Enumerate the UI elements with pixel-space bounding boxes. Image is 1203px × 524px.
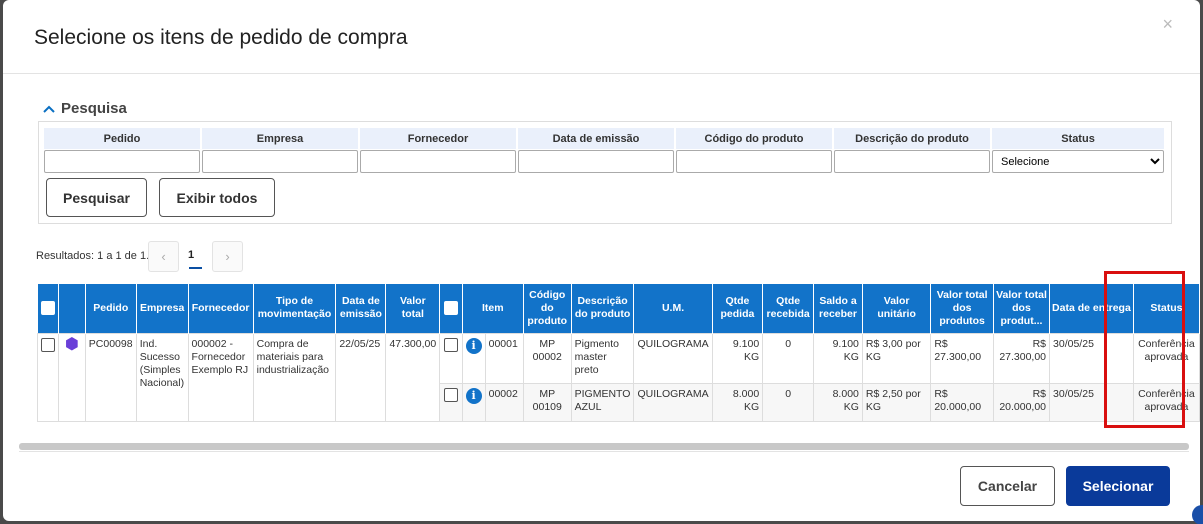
header-item[interactable]: Item: [462, 284, 524, 333]
item-number: 00002: [484, 382, 524, 422]
header-valor-total[interactable]: Valor total: [385, 284, 441, 333]
current-page-indicator: [189, 267, 202, 269]
header-codigo-produto[interactable]: Código do produto: [523, 284, 572, 333]
header-valor-total-produtos[interactable]: Valor total dos produtos: [930, 284, 994, 333]
order-valor-total: 47.300,00: [385, 332, 441, 422]
filter-label-empresa: Empresa: [202, 128, 358, 149]
search-section-title: Pesquisa: [61, 100, 127, 117]
item-valor-unitario: R$ 3,00 por KG: [861, 332, 932, 384]
header-data-emissao[interactable]: Data de emissão: [335, 284, 387, 333]
purchase-order-dialog: Selecione os itens de pedido de compra ×…: [3, 0, 1200, 521]
select-all-checkbox[interactable]: [37, 284, 59, 333]
item-codigo: MP 00109: [522, 382, 572, 422]
help-bubble[interactable]: [1192, 505, 1203, 524]
search-filters: Pedido Empresa Fornecedor Data de emissã…: [38, 121, 1172, 224]
item-valor-total-produt: R$ 20.000,00: [992, 382, 1051, 422]
header-fornecedor[interactable]: Fornecedor: [188, 284, 254, 333]
item-valor-total-produt: R$ 27.300,00: [992, 332, 1051, 384]
next-page-button[interactable]: ›: [212, 241, 243, 272]
item-um: QUILOGRAMA: [633, 332, 713, 384]
header-saldo-receber[interactable]: Saldo a receber: [813, 284, 863, 333]
order-data-emissao: 22/05/25: [335, 332, 387, 422]
horizontal-scrollbar[interactable]: [19, 443, 1189, 450]
order-status-icon: ⬢: [58, 332, 86, 422]
item-descricao: Pigmento master preto: [570, 332, 635, 384]
item-number: 00001: [484, 332, 524, 384]
header-valor-total-produt[interactable]: Valor total dos produt...: [993, 284, 1051, 333]
pedido-input[interactable]: [44, 150, 200, 173]
item-checkbox[interactable]: [439, 332, 463, 384]
search-button[interactable]: Pesquisar: [46, 178, 147, 217]
fornecedor-input[interactable]: [360, 150, 516, 173]
filter-label-descricao-produto: Descrição do produto: [834, 128, 990, 149]
item-qtde-pedida: 9.100 KG: [711, 332, 764, 384]
footer-divider: [19, 451, 1189, 452]
header-icon-column: [58, 284, 86, 333]
order-tipo-movimentacao: Compra de materiais para industrializaçã…: [252, 332, 337, 422]
item-valor-total-produtos: R$ 27.300,00: [930, 332, 994, 384]
header-qtde-pedida[interactable]: Qtde pedida: [712, 284, 764, 333]
codigo-produto-input[interactable]: [676, 150, 832, 173]
order-items-table: Pedido Empresa Fornecedor Tipo de movime…: [37, 284, 1200, 422]
table-header-row: Pedido Empresa Fornecedor Tipo de movime…: [37, 284, 1200, 333]
item-checkbox[interactable]: [439, 382, 463, 422]
item-saldo: 9.100 KG: [813, 332, 863, 384]
info-icon[interactable]: i: [461, 382, 486, 422]
status-highlight-box: [1104, 271, 1185, 428]
prev-page-button[interactable]: ‹: [148, 241, 179, 272]
show-all-button[interactable]: Exibir todos: [159, 178, 275, 217]
table-row: ⬢ PC00098 Ind. Sucesso (Simples Nacional…: [37, 332, 1200, 422]
header-valor-unitario[interactable]: Valor unitário: [862, 284, 932, 333]
close-icon[interactable]: ×: [1162, 14, 1173, 35]
order-pedido: PC00098: [84, 332, 137, 422]
order-empresa: Ind. Sucesso (Simples Nacional): [135, 332, 189, 422]
results-count: Resultados: 1 a 1 de 1.: [36, 250, 150, 262]
data-emissao-input[interactable]: [518, 150, 674, 173]
item-codigo: MP 00002: [522, 332, 572, 384]
info-icon[interactable]: i: [461, 332, 486, 384]
item-qtde-recebida: 0: [762, 382, 815, 422]
order-fornecedor: 000002 - Fornecedor Exemplo RJ: [187, 332, 254, 422]
item-saldo: 8.000 KG: [813, 382, 863, 422]
filter-label-fornecedor: Fornecedor: [360, 128, 516, 149]
current-page[interactable]: 1: [188, 249, 194, 261]
item-valor-total-produtos: R$ 20.000,00: [930, 382, 994, 422]
filter-label-data-emissao: Data de emissão: [518, 128, 674, 149]
hexagon-icon: ⬢: [64, 335, 79, 353]
header-um[interactable]: U.M.: [633, 284, 713, 333]
descricao-produto-input[interactable]: [834, 150, 990, 173]
dialog-header: Selecione os itens de pedido de compra ×: [3, 0, 1200, 74]
dialog-title: Selecione os itens de pedido de compra: [34, 26, 408, 49]
header-descricao-produto[interactable]: Descrição do produto: [571, 284, 635, 333]
chevron-up-icon: [43, 101, 55, 116]
search-section-toggle[interactable]: Pesquisa: [43, 100, 127, 117]
header-qtde-recebida[interactable]: Qtde recebida: [762, 284, 815, 333]
item-valor-unitario: R$ 2,50 por KG: [861, 382, 932, 422]
filter-label-codigo-produto: Código do produto: [676, 128, 832, 149]
header-tipo-movimentacao[interactable]: Tipo de movimentação: [253, 284, 337, 333]
select-all-items-checkbox[interactable]: [439, 284, 463, 333]
order-checkbox[interactable]: [37, 332, 59, 422]
cancel-button[interactable]: Cancelar: [960, 466, 1055, 506]
item-qtde-pedida: 8.000 KG: [711, 382, 764, 422]
empresa-input[interactable]: [202, 150, 358, 173]
status-select[interactable]: Selecione: [992, 150, 1164, 173]
filter-label-status: Status: [992, 128, 1164, 149]
item-qtde-recebida: 0: [762, 332, 815, 384]
item-um: QUILOGRAMA: [633, 382, 713, 422]
filter-label-pedido: Pedido: [44, 128, 200, 149]
header-pedido[interactable]: Pedido: [85, 284, 137, 333]
select-button[interactable]: Selecionar: [1066, 466, 1170, 506]
item-descricao: PIGMENTO AZUL: [570, 382, 635, 422]
header-empresa[interactable]: Empresa: [136, 284, 189, 333]
